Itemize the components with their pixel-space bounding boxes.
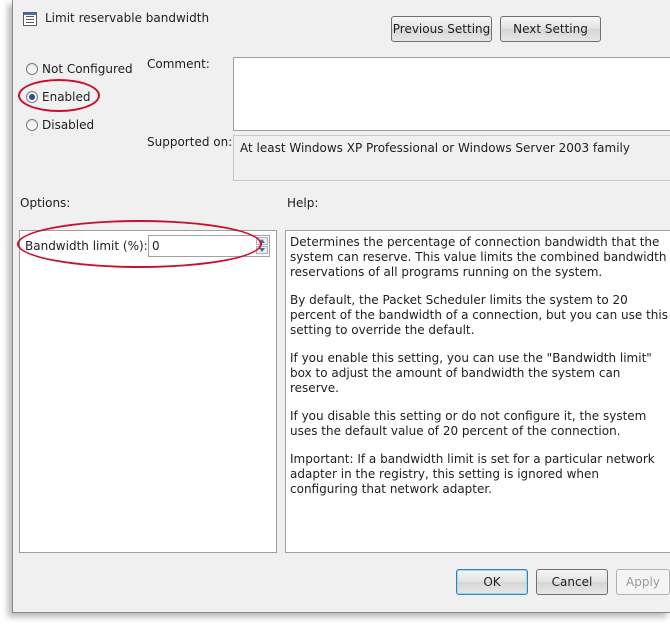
- arrow-down-icon: [259, 248, 265, 252]
- help-label: Help:: [287, 196, 319, 210]
- cancel-button[interactable]: Cancel: [536, 569, 608, 595]
- help-paragraph: If you enable this setting, you can use …: [290, 351, 652, 395]
- help-pane: Determines the percentage of connection …: [285, 230, 670, 553]
- help-paragraph: If you disable this setting or do not co…: [290, 409, 647, 438]
- bandwidth-limit-spinbox[interactable]: 0: [148, 235, 270, 257]
- options-label: Options:: [20, 196, 71, 210]
- bandwidth-limit-label: Bandwidth limit (%):: [25, 239, 148, 253]
- comment-field[interactable]: [233, 57, 670, 131]
- next-setting-button[interactable]: Next Setting: [500, 16, 601, 42]
- supported-on-value: At least Windows XP Professional or Wind…: [240, 141, 630, 155]
- help-paragraph: Important: If a bandwidth limit is set f…: [290, 452, 655, 496]
- not-configured-label[interactable]: Not Configured: [42, 62, 133, 76]
- supported-on-field: At least Windows XP Professional or Wind…: [233, 135, 670, 181]
- help-paragraph: By default, the Packet Scheduler limits …: [290, 293, 668, 337]
- dialog-title: Limit reservable bandwidth: [45, 11, 210, 25]
- help-paragraph: Determines the percentage of connection …: [290, 235, 667, 279]
- bandwidth-limit-value[interactable]: 0: [152, 239, 160, 253]
- enabled-label[interactable]: Enabled: [42, 90, 91, 104]
- supported-on-label: Supported on:: [147, 135, 233, 149]
- policy-setting-icon: [23, 12, 37, 26]
- enabled-radio[interactable]: [26, 91, 38, 103]
- spin-up-button[interactable]: [256, 237, 268, 245]
- ok-button[interactable]: OK: [456, 569, 528, 595]
- policy-dialog: Limit reservable bandwidth Previous Sett…: [12, 0, 670, 613]
- disabled-label[interactable]: Disabled: [42, 118, 94, 132]
- previous-setting-button[interactable]: Previous Setting: [391, 16, 492, 42]
- apply-button[interactable]: Apply: [616, 569, 670, 595]
- disabled-radio[interactable]: [26, 119, 38, 131]
- not-configured-radio[interactable]: [26, 63, 38, 75]
- spin-down-button[interactable]: [256, 246, 268, 254]
- comment-label: Comment:: [147, 57, 210, 71]
- options-pane: [19, 230, 277, 553]
- arrow-up-icon: [259, 239, 265, 243]
